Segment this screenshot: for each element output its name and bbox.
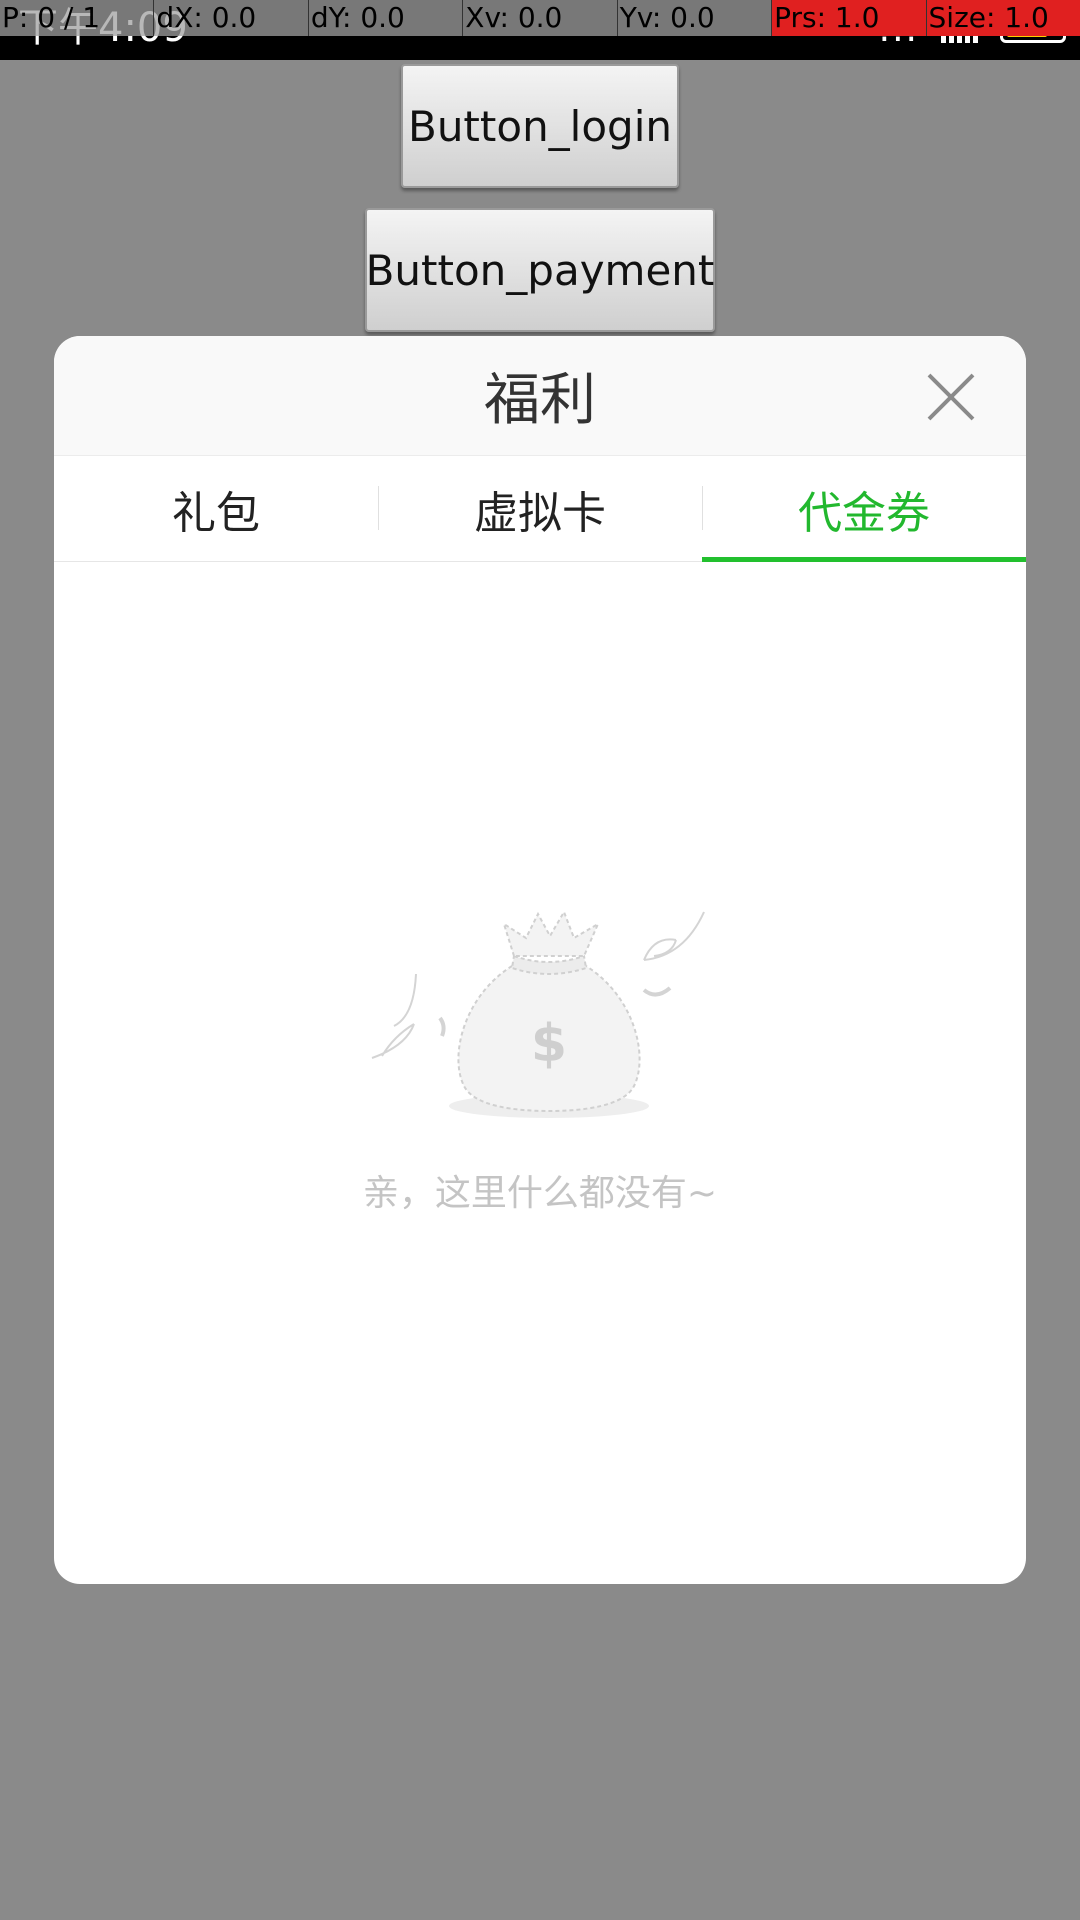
debug-dx: dX: 0.0: [154, 0, 309, 36]
dialog-header: 福利: [54, 336, 1026, 456]
tab-voucher[interactable]: 代金券: [702, 456, 1026, 562]
empty-message: 亲，这里什么都没有~: [362, 1173, 718, 1214]
pointer-debug-overlay: P: 0 / 1 dX: 0.0 dY: 0.0 Xv: 0.0 Yv: 0.0…: [0, 0, 1080, 36]
close-button[interactable]: [926, 372, 976, 422]
debug-xv: Xv: 0.0: [463, 0, 618, 36]
tab-bar: 礼包 虚拟卡 代金券: [54, 456, 1026, 562]
tab-gift-pack[interactable]: 礼包: [54, 456, 378, 561]
tab-virtual-card[interactable]: 虚拟卡: [378, 456, 702, 561]
debug-pressure: Prs: 1.0: [772, 0, 927, 36]
debug-dy: dY: 0.0: [308, 0, 464, 36]
welfare-dialog: 福利 礼包 虚拟卡 代金券 $ 亲，这里什么都没有~: [54, 336, 1026, 1584]
dialog-title: 福利: [484, 368, 596, 433]
debug-pointer-count: P: 0 / 1: [0, 0, 155, 36]
svg-text:$: $: [531, 1014, 567, 1074]
money-bag-icon: $: [371, 909, 705, 1118]
debug-yv: Yv: 0.0: [617, 0, 773, 36]
payment-button[interactable]: Button_payment: [365, 208, 715, 332]
login-button[interactable]: Button_login: [401, 64, 679, 188]
close-icon: [927, 373, 975, 421]
debug-size: Size: 1.0: [926, 0, 1080, 36]
